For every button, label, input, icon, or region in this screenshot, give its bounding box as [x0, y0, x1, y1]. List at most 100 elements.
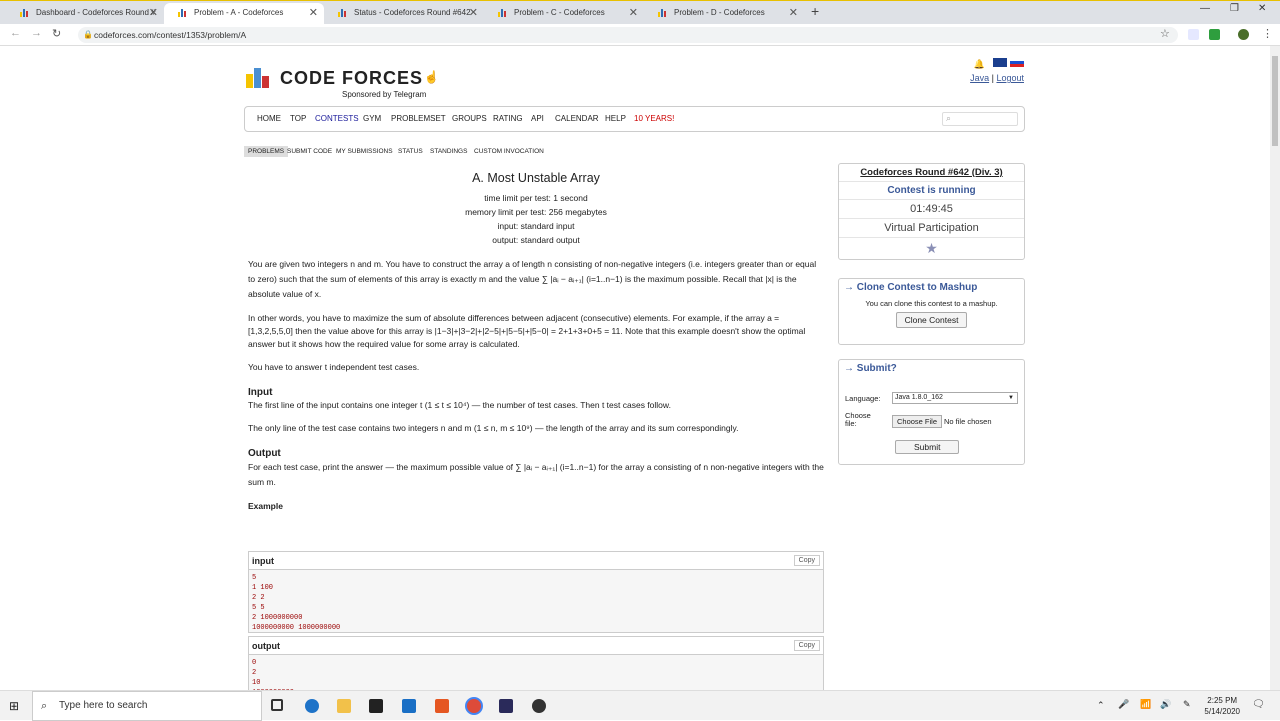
- microphone-icon[interactable]: 🎤: [1118, 699, 1129, 710]
- submenu-my-submissions[interactable]: MY SUBMISSIONS: [336, 148, 393, 155]
- close-icon[interactable]: ✕: [789, 3, 798, 23]
- logout-link[interactable]: Logout: [996, 73, 1024, 83]
- scrollbar-thumb[interactable]: [1272, 56, 1278, 146]
- sample-input-label: input: [249, 552, 823, 570]
- choose-file-button[interactable]: Choose File: [892, 415, 943, 428]
- dropdown-arrow-icon: ▼: [1008, 395, 1014, 401]
- submenu-custom-invocation[interactable]: CUSTOM INVOCATION: [474, 148, 544, 155]
- main-menu: HOME TOP CONTESTS GYM PROBLEMSET GROUPS …: [244, 106, 1025, 132]
- office-icon[interactable]: [435, 699, 449, 713]
- menu-10-years[interactable]: 10 YEARS!: [634, 114, 674, 123]
- flag-ru-icon[interactable]: [1010, 58, 1024, 67]
- menu-home[interactable]: HOME: [257, 114, 281, 123]
- file-explorer-icon[interactable]: [337, 699, 351, 713]
- tab-problem-d[interactable]: Problem - D - Codeforces ✕: [644, 3, 804, 25]
- new-tab-button[interactable]: +: [811, 3, 819, 19]
- time-limit: time limit per test: 1 second: [484, 193, 588, 203]
- menu-gym[interactable]: GYM: [363, 114, 381, 123]
- file-label: Choose file:: [845, 411, 871, 428]
- reload-icon[interactable]: ↻: [52, 27, 61, 40]
- mouse-cursor-icon: ☝: [424, 70, 439, 84]
- tab-problem-a[interactable]: Problem - A - Codeforces ✕: [164, 3, 324, 25]
- pen-icon[interactable]: ✎: [1183, 699, 1191, 710]
- close-icon[interactable]: ✕: [469, 3, 478, 23]
- submenu-problems[interactable]: PROBLEMS: [244, 146, 289, 157]
- close-window-icon[interactable]: ✕: [1258, 3, 1266, 14]
- submenu-submit-code[interactable]: SUBMIT CODE: [287, 148, 332, 155]
- codeforces-favicon-icon: [338, 8, 348, 18]
- menu-dots-icon[interactable]: ⋮: [1262, 27, 1273, 40]
- tab-status[interactable]: Status - Codeforces Round #642 ✕: [324, 3, 484, 25]
- close-icon[interactable]: ✕: [149, 3, 158, 23]
- profile-avatar-icon[interactable]: [1238, 29, 1249, 40]
- chrome-icon[interactable]: [467, 699, 481, 713]
- clone-title: → Clone Contest to Mashup: [844, 282, 978, 293]
- tab-bar: Dashboard - Codeforces Round # ✕ Problem …: [0, 0, 1280, 25]
- site-search-input[interactable]: ⌕: [942, 112, 1018, 126]
- tab-problem-c[interactable]: Problem - C - Codeforces ✕: [484, 3, 644, 25]
- github-icon[interactable]: [532, 699, 546, 713]
- menu-calendar[interactable]: CALENDAR: [555, 114, 599, 123]
- sample-input-box: input Copy 5 1 100 2 2 5 5 2 1000000000 …: [248, 551, 824, 633]
- extension-icon[interactable]: [1188, 29, 1199, 40]
- notification-icon[interactable]: 🔔: [974, 59, 985, 69]
- output-heading: Output: [248, 448, 281, 459]
- menu-problemset[interactable]: PROBLEMSET: [391, 114, 446, 123]
- extension-check-icon[interactable]: [1209, 29, 1220, 40]
- submit-button[interactable]: Submit: [895, 440, 960, 454]
- codeforces-favicon-icon: [20, 8, 30, 18]
- codeforces-favicon-icon: [178, 8, 188, 18]
- submenu-status[interactable]: STATUS: [398, 148, 423, 155]
- page-scrollbar[interactable]: [1270, 46, 1280, 690]
- taskbar-search-input[interactable]: ⌕ Type here to search: [32, 691, 262, 721]
- volume-icon[interactable]: 🔊: [1160, 699, 1171, 710]
- copy-output-button[interactable]: Copy: [793, 640, 820, 651]
- input-heading: Input: [248, 387, 273, 398]
- clone-contest-button[interactable]: Clone Contest: [895, 312, 968, 328]
- task-view-icon[interactable]: [271, 699, 283, 711]
- language-label: Language:: [845, 394, 881, 403]
- back-icon[interactable]: ←: [10, 27, 21, 39]
- lock-icon: 🔒: [83, 30, 93, 39]
- contest-status: Contest is running: [839, 182, 1024, 200]
- menu-rating[interactable]: RATING: [493, 114, 523, 123]
- user-area: 🔔 Java | Logout: [970, 58, 1024, 83]
- statement-paragraph: You are given two integers n and m. You …: [248, 259, 817, 299]
- chevron-up-icon[interactable]: ⌃: [1097, 700, 1105, 711]
- taskbar-clock[interactable]: 2:25 PM 5/14/2020: [1204, 695, 1240, 717]
- copy-input-button[interactable]: Copy: [793, 555, 820, 566]
- bookmark-star-icon[interactable]: ☆: [1160, 27, 1170, 40]
- contest-info-box: Codeforces Round #642 (Div. 3) Contest i…: [838, 163, 1025, 260]
- store-icon[interactable]: [369, 699, 383, 713]
- edge-icon[interactable]: [305, 699, 319, 713]
- user-link[interactable]: Java: [970, 73, 989, 83]
- clone-contest-box: → Clone Contest to Mashup You can clone …: [838, 278, 1025, 345]
- minimize-icon[interactable]: —: [1200, 3, 1210, 14]
- round-link[interactable]: Codeforces Round #642 (Div. 3): [860, 167, 1002, 178]
- language-select[interactable]: Java 1.8.0_162 ▼: [892, 392, 1018, 404]
- close-icon[interactable]: ✕: [629, 3, 638, 23]
- example-heading: Example: [248, 501, 283, 511]
- flag-en-icon[interactable]: [993, 58, 1008, 67]
- virtual-participation-link[interactable]: Virtual Participation: [839, 219, 1024, 238]
- maximize-icon[interactable]: ❐: [1230, 3, 1239, 14]
- submenu-standings[interactable]: STANDINGS: [430, 148, 467, 155]
- codeforces-favicon-icon: [658, 8, 668, 18]
- forward-icon[interactable]: →: [31, 27, 42, 39]
- intellij-icon[interactable]: [499, 699, 513, 713]
- mail-icon[interactable]: [402, 699, 416, 713]
- close-icon[interactable]: ✕: [309, 3, 318, 23]
- menu-groups[interactable]: GROUPS: [452, 114, 487, 123]
- codeforces-logo-icon: [246, 68, 269, 88]
- windows-start-icon[interactable]: ⊞: [9, 699, 19, 713]
- menu-contests[interactable]: CONTESTS: [315, 114, 359, 123]
- network-icon[interactable]: 📶: [1140, 699, 1151, 710]
- menu-top[interactable]: TOP: [290, 114, 306, 123]
- menu-api[interactable]: API: [531, 114, 544, 123]
- notifications-icon[interactable]: 🗨: [1252, 699, 1265, 710]
- star-icon[interactable]: ★: [839, 238, 1024, 259]
- url-field[interactable]: 🔒 codeforces.com/contest/1353/problem/A: [78, 27, 1178, 43]
- tab-dashboard[interactable]: Dashboard - Codeforces Round # ✕: [6, 3, 164, 25]
- output-paragraph: For each test case, print the answer — t…: [248, 462, 824, 487]
- menu-help[interactable]: HELP: [605, 114, 626, 123]
